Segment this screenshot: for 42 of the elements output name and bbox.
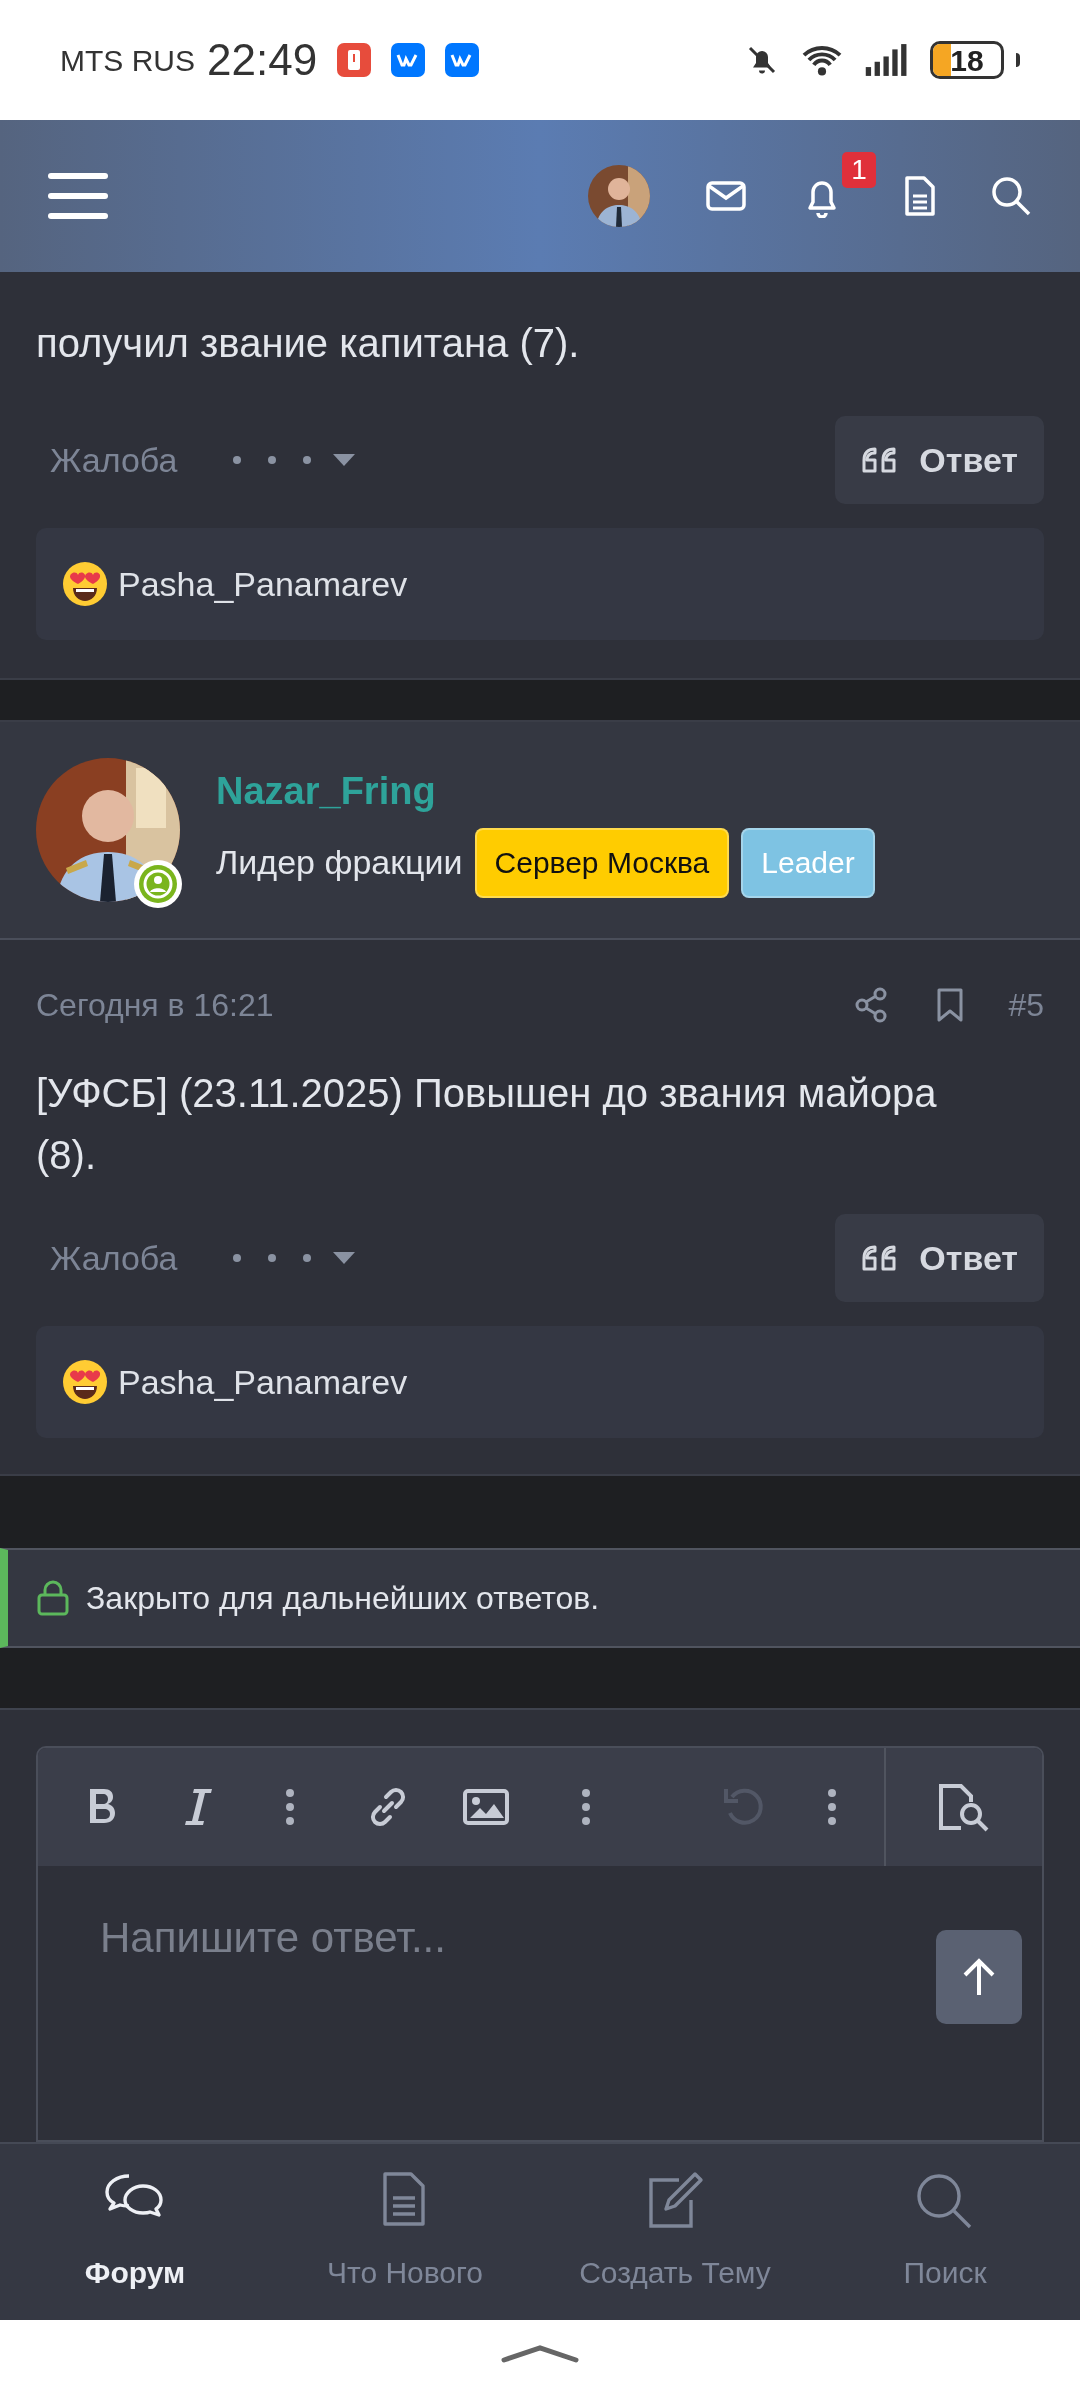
carrier-name: MTS RUS (60, 42, 195, 79)
locked-notice-text: Закрыто для дальнейших ответов. (86, 1579, 600, 1618)
battery-fill (933, 44, 951, 76)
user-title: Лидер фракции (216, 842, 463, 883)
lock-icon (36, 1580, 70, 1616)
report-link[interactable]: Жалоба (50, 1232, 178, 1284)
nav-tab[interactable]: Создать Тему (540, 2144, 810, 2320)
battery-level: 18 (950, 44, 984, 76)
quote-icon (861, 445, 898, 475)
post-text: [УФСБ] (23.11.2025) Повышен до звания майора (8). (36, 1070, 938, 1179)
share-icon[interactable] (854, 987, 889, 1023)
arrow-up-icon (961, 1957, 997, 1997)
user-banner: Сервер Москва (474, 827, 730, 898)
heart-eyes-emoji-icon (62, 561, 108, 607)
reaction-user[interactable]: Pasha_Panamarev (118, 558, 408, 610)
menu-icon[interactable] (48, 173, 108, 219)
reply-button[interactable]: Ответ (835, 1214, 1044, 1302)
gesture-handle-icon[interactable] (500, 2344, 580, 2364)
document-icon[interactable] (904, 175, 936, 217)
nav-tab[interactable]: Поиск (810, 2144, 1080, 2320)
nav-tab[interactable]: Что Нового (270, 2144, 540, 2320)
notification-count: 1 (842, 152, 876, 188)
clock-time: 22:49 (207, 34, 318, 86)
bookmark-icon[interactable] (936, 987, 965, 1023)
preview-icon[interactable] (937, 1782, 991, 1832)
report-link[interactable]: Жалоба (50, 434, 178, 486)
search-icon[interactable] (990, 175, 1032, 217)
post-number[interactable]: #5 (1008, 981, 1044, 1029)
post-date[interactable]: Сегодня в 16:21 (36, 981, 274, 1029)
online-status-icon (134, 860, 182, 908)
quote-icon (861, 1243, 898, 1273)
reply-button[interactable]: Ответ (835, 416, 1044, 504)
user-banner: Leader (741, 827, 875, 898)
nav-tab[interactable]: Форум (0, 2144, 270, 2320)
heart-eyes-emoji-icon (62, 1359, 108, 1405)
post-text: получил звание капитана (7). (36, 320, 581, 367)
scroll-to-top-button[interactable] (936, 1930, 1022, 2024)
mail-icon[interactable] (706, 181, 746, 211)
reaction-user[interactable]: Pasha_Panamarev (118, 1356, 408, 1408)
author-name[interactable]: Nazar_Fring (216, 762, 875, 820)
reply-editor[interactable]: Напишите ответ... (36, 1746, 1044, 2142)
alert-app-icon (337, 43, 372, 77)
